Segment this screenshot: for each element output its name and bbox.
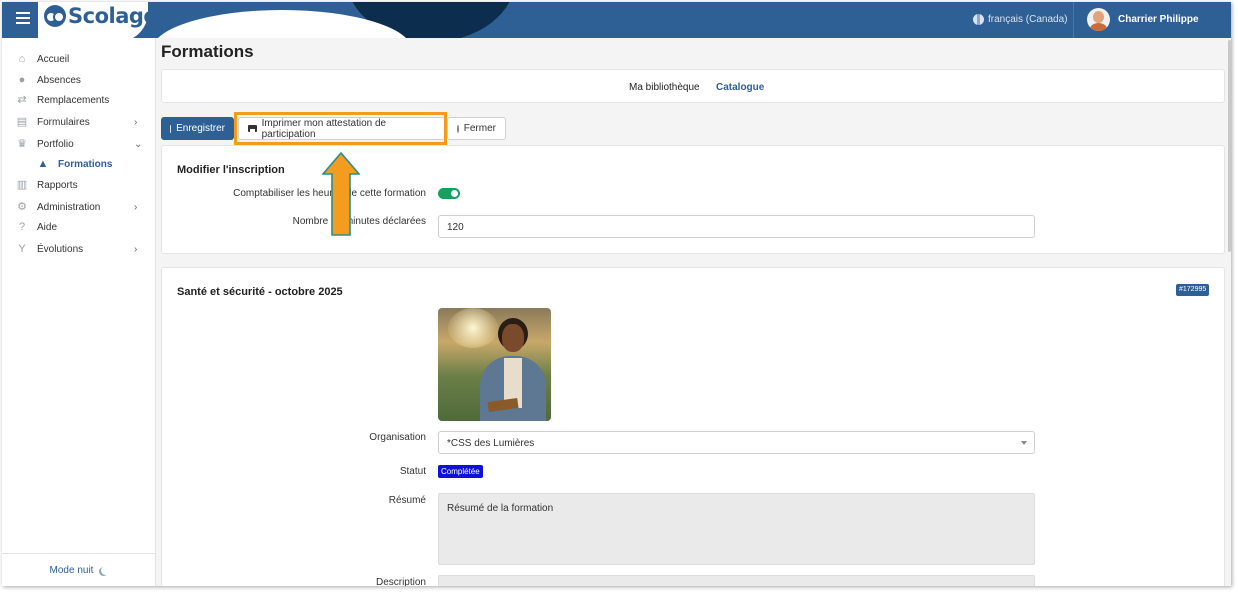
sidebar-item-label: Administration bbox=[37, 201, 101, 213]
save-label: Enregistrer bbox=[176, 123, 225, 134]
sidebar-item-label: Formulaires bbox=[37, 116, 90, 128]
app-window: Scolago français (Canada) Charrier Phili… bbox=[2, 2, 1231, 586]
swap-icon: ⇄ bbox=[17, 94, 27, 106]
library-tabs: Ma bibliothèque Catalogue bbox=[161, 69, 1225, 103]
menu-icon[interactable] bbox=[16, 12, 30, 24]
close-label: Fermer bbox=[463, 123, 496, 134]
close-button[interactable]: Fermer bbox=[447, 117, 506, 140]
avatar bbox=[1087, 8, 1110, 31]
sidebar-item-label: Rapports bbox=[37, 179, 78, 191]
training-title: Santé et sécurité - octobre 2025 bbox=[177, 286, 343, 298]
question-icon: ? bbox=[18, 221, 26, 233]
scrollbar[interactable] bbox=[1228, 40, 1231, 252]
chevron-right-icon: › bbox=[134, 201, 138, 213]
trophy-icon: ♛ bbox=[17, 138, 27, 150]
language-selector[interactable]: français (Canada) bbox=[973, 14, 1067, 25]
summary-field: Résumé de la formation bbox=[438, 493, 1035, 565]
language-label: français (Canada) bbox=[988, 14, 1068, 25]
sidebar-item-absences[interactable]: ● Absences bbox=[2, 70, 156, 90]
save-icon bbox=[170, 124, 172, 133]
gear-icon: ⚙ bbox=[17, 201, 27, 213]
count-hours-toggle[interactable] bbox=[438, 188, 460, 199]
sidebar-item-label: Accueil bbox=[37, 53, 70, 65]
night-mode-label: Mode nuit bbox=[49, 564, 94, 576]
sidebar-item-formations[interactable]: ▲ Formations bbox=[2, 154, 156, 174]
sidebar-item-accueil[interactable]: ⌂ Accueil bbox=[2, 49, 156, 69]
up-arrow-annotation-icon bbox=[322, 152, 360, 236]
caret-down-icon bbox=[1021, 441, 1027, 445]
tab-my-library[interactable]: Ma bibliothèque bbox=[629, 82, 700, 93]
sidebar-item-formulaires[interactable]: ▤ Formulaires › bbox=[2, 112, 156, 132]
moon-icon bbox=[101, 566, 110, 575]
sidebar-item-remplacements[interactable]: ⇄ Remplacements bbox=[2, 90, 156, 110]
description-field bbox=[438, 575, 1035, 586]
sidebar-item-label: Remplacements bbox=[37, 94, 110, 106]
sidebar-item-label: Formations bbox=[58, 158, 113, 170]
owl-logo-icon bbox=[44, 5, 66, 27]
registration-heading: Modifier l'inscription bbox=[177, 164, 285, 176]
user-menu[interactable]: Charrier Philippe bbox=[1087, 8, 1199, 31]
sidebar-item-portfolio[interactable]: ♛ Portfolio ⌄ bbox=[2, 134, 156, 154]
id-badge: #172995 bbox=[1176, 284, 1210, 296]
save-button[interactable]: Enregistrer bbox=[161, 117, 234, 140]
tab-catalogue[interactable]: Catalogue bbox=[716, 82, 764, 93]
organisation-value: *CSS des Lumières bbox=[447, 438, 535, 449]
app-name: Scolago bbox=[68, 4, 158, 28]
sprout-icon: Y bbox=[18, 243, 26, 255]
highlight-box bbox=[234, 112, 447, 145]
file-icon: ▤ bbox=[16, 116, 28, 128]
sidebar-item-label: Portfolio bbox=[37, 138, 74, 150]
building-icon: ▥ bbox=[16, 179, 28, 191]
user-name: Charrier Philippe bbox=[1118, 14, 1199, 25]
chevron-down-icon: ⌄ bbox=[134, 138, 143, 150]
graduation-cap-icon: ▲ bbox=[37, 158, 49, 170]
count-hours-label: Comptabiliser les heures de cette format… bbox=[233, 188, 426, 199]
status-badge: Complétée bbox=[438, 465, 483, 478]
sidebar: ⌂ Accueil ● Absences ⇄ Remplacements ▤ F… bbox=[2, 38, 156, 586]
minutes-input[interactable]: 120 bbox=[438, 215, 1035, 238]
logo[interactable]: Scolago bbox=[38, 2, 158, 38]
chevron-right-icon: › bbox=[134, 243, 138, 255]
organisation-label: Organisation bbox=[369, 432, 426, 443]
sidebar-item-administration[interactable]: ⚙ Administration › bbox=[2, 197, 156, 217]
sidebar-item-label: Absences bbox=[37, 74, 81, 86]
close-icon bbox=[457, 124, 459, 133]
night-mode-toggle[interactable]: Mode nuit bbox=[2, 553, 156, 586]
home-icon: ⌂ bbox=[18, 53, 26, 65]
training-image bbox=[438, 308, 551, 421]
organisation-select[interactable]: *CSS des Lumières bbox=[438, 431, 1035, 454]
chevron-right-icon: › bbox=[134, 116, 138, 128]
sidebar-item-rapports[interactable]: ▥ Rapports bbox=[2, 175, 156, 195]
sidebar-item-label: Aide bbox=[37, 221, 58, 233]
sidebar-item-evolutions[interactable]: Y Évolutions › bbox=[2, 239, 156, 259]
globe-icon bbox=[973, 14, 984, 25]
users-icon: ● bbox=[18, 74, 26, 86]
page-title: Formations bbox=[161, 42, 254, 61]
divider bbox=[1073, 2, 1074, 38]
status-label: Statut bbox=[399, 466, 426, 477]
summary-label: Résumé bbox=[388, 495, 426, 506]
top-bar: Scolago français (Canada) Charrier Phili… bbox=[2, 2, 1231, 38]
description-label: Description bbox=[375, 577, 426, 586]
sidebar-item-aide[interactable]: ? Aide bbox=[2, 217, 156, 237]
minutes-label: Nombre de minutes déclarées bbox=[292, 216, 426, 227]
sidebar-item-label: Évolutions bbox=[37, 243, 84, 255]
